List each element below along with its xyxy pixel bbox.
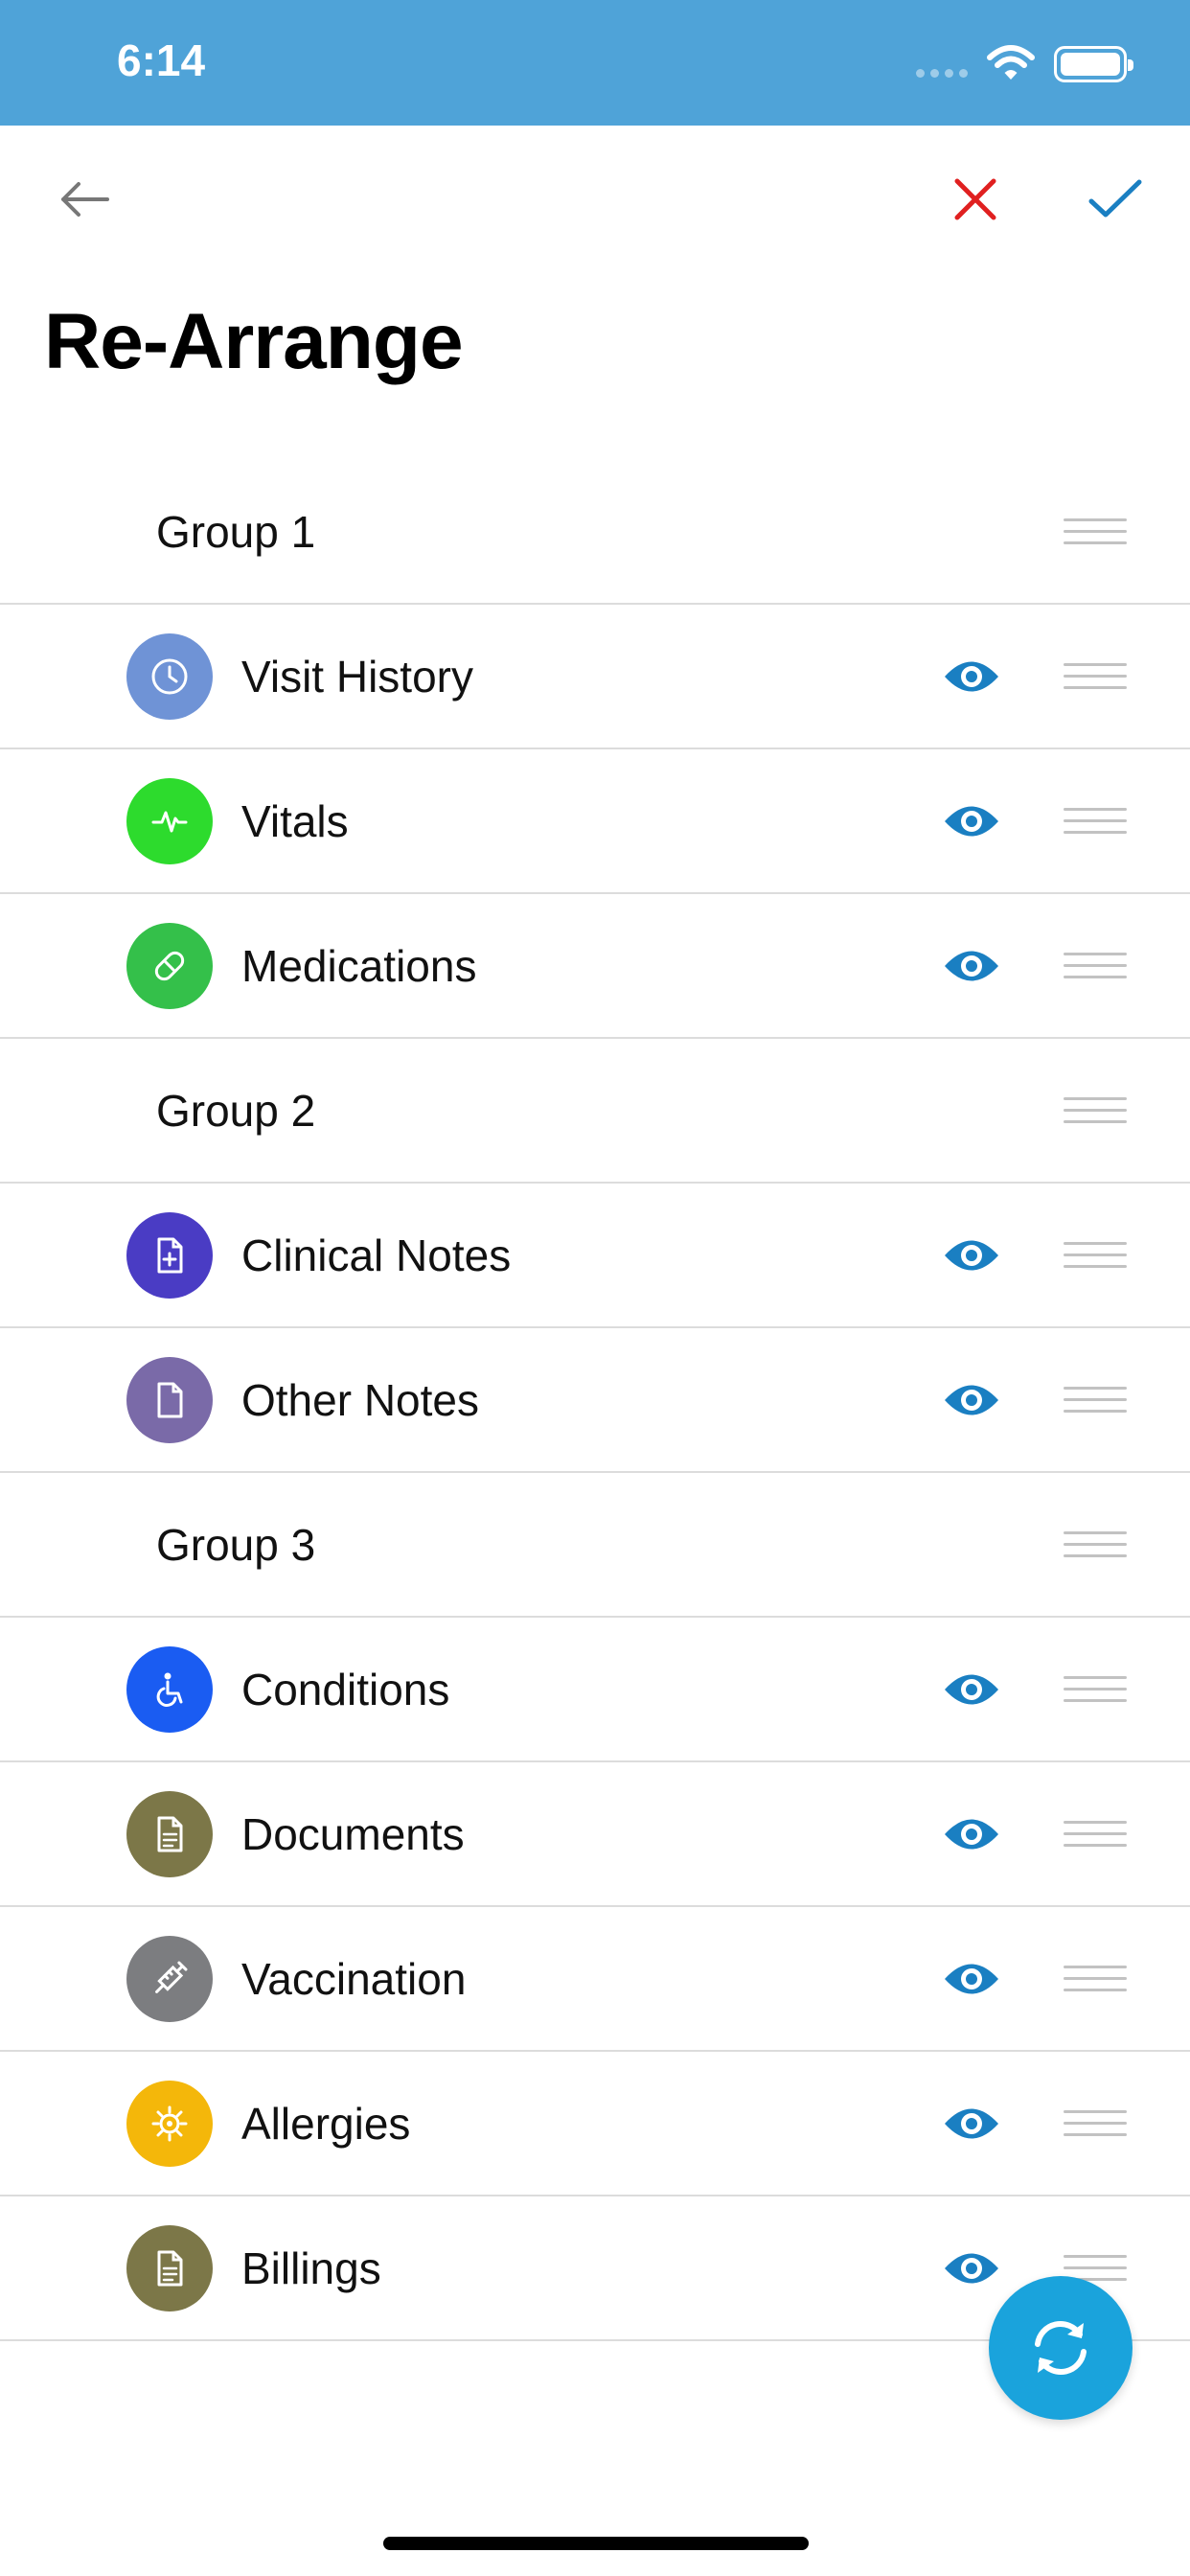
page-title: Re-Arrange [44, 298, 464, 385]
wifi-icon [987, 44, 1035, 87]
item-label: Other Notes [241, 1375, 479, 1425]
visibility-eye-icon[interactable] [943, 1663, 1000, 1716]
drag-handle-icon[interactable] [1064, 1383, 1127, 1417]
document-icon [126, 1357, 213, 1443]
item-label: Clinical Notes [241, 1230, 512, 1280]
list-item-documents[interactable]: Documents [0, 1762, 1190, 1907]
refresh-icon [1035, 2320, 1087, 2376]
status-time: 6:14 [117, 35, 206, 85]
visibility-eye-icon[interactable] [943, 650, 1000, 703]
list-item-allergies[interactable]: Allergies [0, 2052, 1190, 2196]
rearrange-list: Group 1 Visit History Vitals Medications Gro… [0, 460, 1190, 2341]
item-label: Allergies [241, 2099, 411, 2149]
item-label: Vaccination [241, 1954, 467, 2004]
group-label: Group 3 [156, 1520, 316, 1570]
item-label: Documents [241, 1809, 465, 1859]
visibility-eye-icon[interactable] [943, 1952, 1000, 2006]
drag-handle-icon[interactable] [1064, 2106, 1127, 2141]
group-row-group-2[interactable]: Group 2 [0, 1039, 1190, 1184]
visibility-eye-icon[interactable] [943, 1807, 1000, 1861]
drag-handle-icon[interactable] [1064, 1672, 1127, 1707]
group-label: Group 1 [156, 507, 316, 557]
list-item-visit-history[interactable]: Visit History [0, 605, 1190, 749]
list-item-other-notes[interactable]: Other Notes [0, 1328, 1190, 1473]
wheelchair-icon [126, 1646, 213, 1733]
clock-icon [126, 633, 213, 720]
group-label: Group 2 [156, 1086, 316, 1136]
item-label: Conditions [241, 1665, 450, 1714]
checkmark-icon [1088, 179, 1142, 218]
bill-document-icon [126, 2225, 213, 2312]
status-bar: 6:14 [0, 0, 1190, 126]
pill-icon [126, 923, 213, 1009]
home-indicator [383, 2537, 809, 2550]
visibility-eye-icon[interactable] [943, 2097, 1000, 2150]
group-row-group-1[interactable]: Group 1 [0, 460, 1190, 605]
item-label: Vitals [241, 796, 349, 846]
drag-handle-icon[interactable] [1064, 515, 1127, 549]
drag-handle-icon[interactable] [1064, 1238, 1127, 1273]
list-item-medications[interactable]: Medications [0, 894, 1190, 1039]
refresh-button[interactable] [989, 2276, 1133, 2420]
confirm-button[interactable] [1085, 169, 1146, 230]
battery-icon [1054, 46, 1133, 82]
item-label: Billings [241, 2243, 381, 2293]
syringe-icon [126, 1936, 213, 2022]
drag-handle-icon[interactable] [1064, 949, 1127, 983]
drag-handle-icon[interactable] [1064, 1528, 1127, 1562]
medical-document-icon [126, 1212, 213, 1299]
drag-handle-icon[interactable] [1064, 1093, 1127, 1128]
item-label: Medications [241, 941, 477, 991]
list-item-conditions[interactable]: Conditions [0, 1618, 1190, 1762]
visibility-eye-icon[interactable] [943, 939, 1000, 993]
list-item-vitals[interactable]: Vitals [0, 749, 1190, 894]
document-lines-icon [126, 1791, 213, 1877]
allergen-icon [126, 2081, 213, 2167]
drag-handle-icon[interactable] [1064, 1817, 1127, 1852]
heartbeat-icon [126, 778, 213, 864]
list-item-clinical-notes[interactable]: Clinical Notes [0, 1184, 1190, 1328]
drag-handle-icon[interactable] [1064, 659, 1127, 694]
list-item-vaccination[interactable]: Vaccination [0, 1907, 1190, 2052]
back-arrow-icon [61, 182, 109, 217]
back-button[interactable] [54, 169, 115, 230]
cellular-signal-icon [916, 69, 968, 78]
group-row-group-3[interactable]: Group 3 [0, 1473, 1190, 1618]
close-icon [954, 178, 996, 220]
visibility-eye-icon[interactable] [943, 794, 1000, 848]
visibility-eye-icon[interactable] [943, 1229, 1000, 1282]
drag-handle-icon[interactable] [1064, 1962, 1127, 1996]
visibility-eye-icon[interactable] [943, 1373, 1000, 1427]
visibility-eye-icon[interactable] [943, 2242, 1000, 2295]
cancel-button[interactable] [945, 169, 1006, 230]
drag-handle-icon[interactable] [1064, 804, 1127, 839]
item-label: Visit History [241, 652, 473, 702]
